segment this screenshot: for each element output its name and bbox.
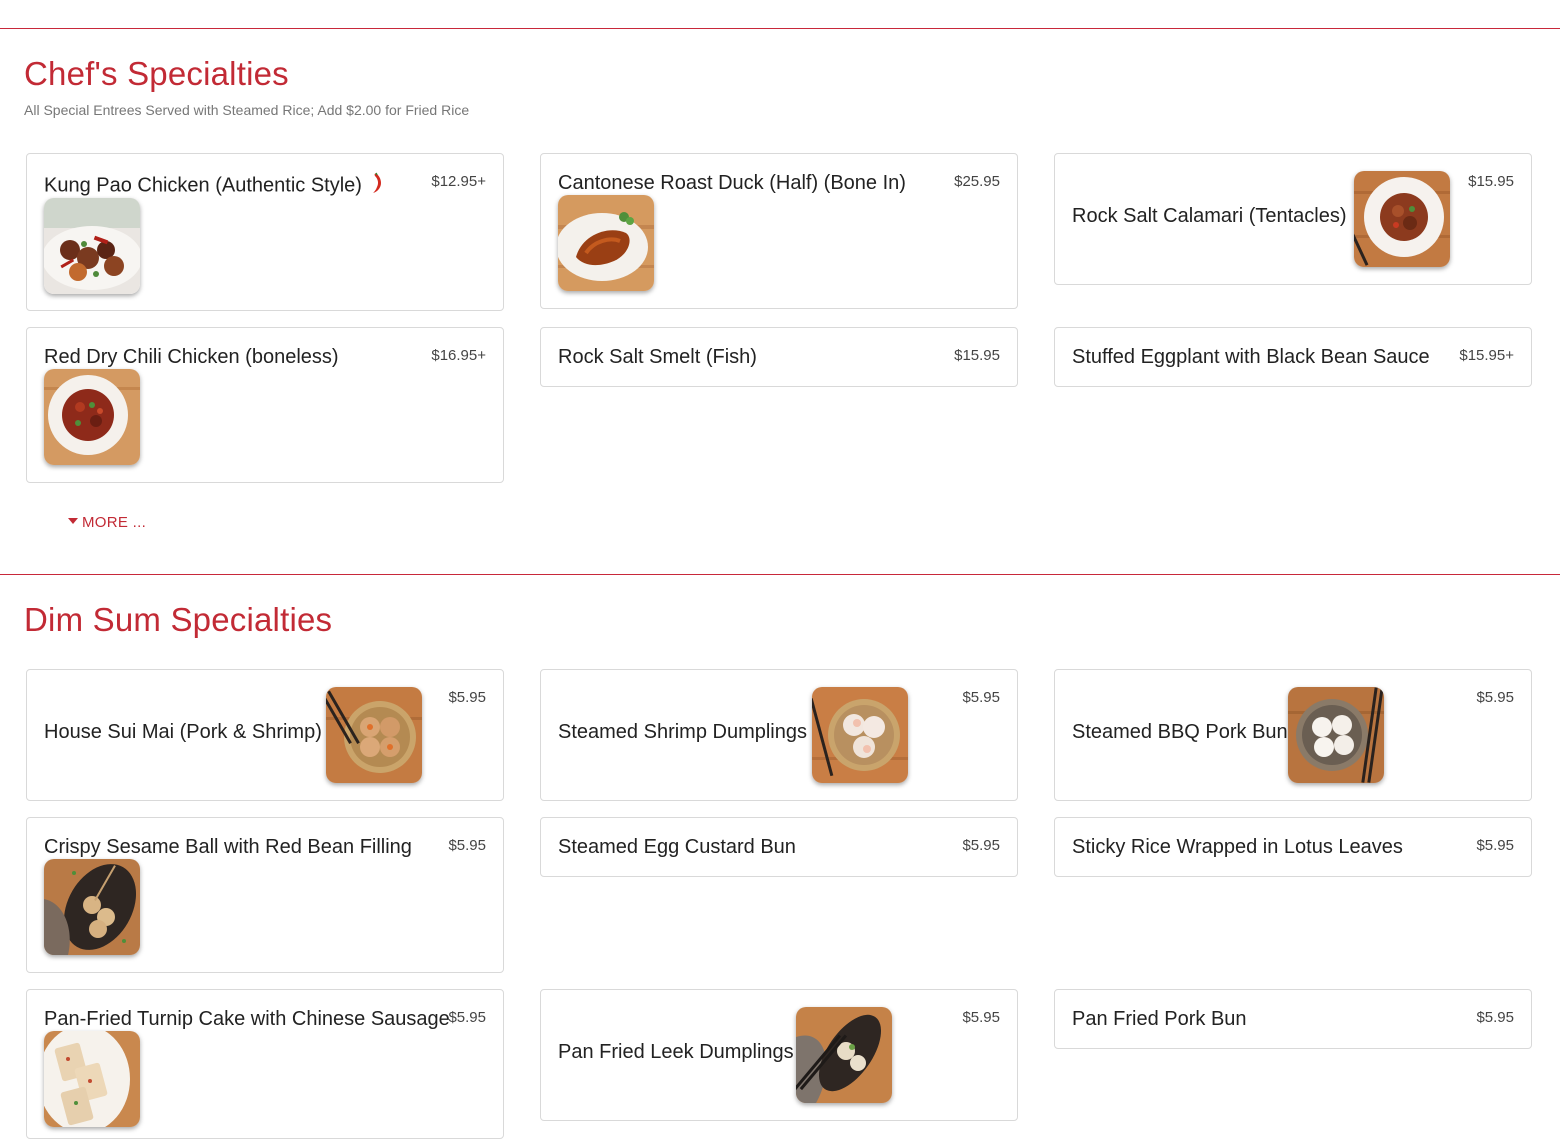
- menu-item-name: Rock Salt Calamari (Tentacles): [1072, 205, 1347, 227]
- menu-item-price: $5.95: [962, 1009, 1000, 1026]
- section-subtitle-chefs: All Special Entrees Served with Steamed …: [24, 102, 470, 118]
- menu-item-card[interactable]: Steamed Egg Custard Bun $5.95: [540, 817, 1018, 877]
- section-title-chefs: Chef's Specialties: [24, 55, 289, 92]
- chili-pepper-icon: [372, 172, 382, 200]
- menu-item-card[interactable]: Rock Salt Smelt (Fish) $15.95: [540, 327, 1018, 387]
- menu-item-photo[interactable]: [1354, 171, 1450, 267]
- menu-item-name: Cantonese Roast Duck (Half) (Bone In): [558, 172, 906, 194]
- menu-item-photo[interactable]: [44, 859, 140, 955]
- menu-item-name: Steamed Egg Custard Bun: [558, 836, 796, 858]
- menu-item-name: Pan Fried Leek Dumplings: [558, 1041, 794, 1063]
- menu-item-photo[interactable]: [1288, 687, 1384, 783]
- menu-item-name: Kung Pao Chicken (Authentic Style): [44, 174, 362, 197]
- menu-item-name: House Sui Mai (Pork & Shrimp): [44, 721, 322, 743]
- menu-item-photo[interactable]: [326, 687, 422, 783]
- more-items-link[interactable]: MORE ...: [68, 514, 146, 531]
- menu-item-price: $15.95+: [1459, 347, 1514, 364]
- menu-item-photo[interactable]: [44, 369, 140, 465]
- menu-item-card[interactable]: Kung Pao Chicken (Authentic Style) $12.9…: [26, 153, 504, 311]
- menu-item-card[interactable]: Pan Fried Pork Bun $5.95: [1054, 989, 1532, 1049]
- menu-item-card[interactable]: Sticky Rice Wrapped in Lotus Leaves $5.9…: [1054, 817, 1532, 877]
- menu-item-price: $5.95: [1476, 1009, 1514, 1026]
- menu-item-card[interactable]: Steamed Shrimp Dumplings $5.95: [540, 669, 1018, 801]
- menu-item-photo[interactable]: [44, 1031, 140, 1127]
- more-items-label: MORE ...: [82, 514, 147, 531]
- menu-item-card[interactable]: Pan Fried Leek Dumplings $5.95: [540, 989, 1018, 1121]
- menu-item-card[interactable]: Steamed BBQ Pork Bun $5.95: [1054, 669, 1532, 801]
- menu-item-name: Sticky Rice Wrapped in Lotus Leaves: [1072, 836, 1403, 858]
- menu-item-name: Pan-Fried Turnip Cake with Chinese Sausa…: [44, 1008, 450, 1030]
- menu-item-name: Red Dry Chili Chicken (boneless): [44, 346, 339, 368]
- menu-item-photo[interactable]: [44, 198, 140, 294]
- menu-item-name: Steamed BBQ Pork Bun: [1072, 721, 1288, 743]
- menu-item-card[interactable]: Crispy Sesame Ball with Red Bean Filling…: [26, 817, 504, 973]
- menu-item-card[interactable]: Rock Salt Calamari (Tentacles) $15.95: [1054, 153, 1532, 285]
- menu-item-price: $5.95: [448, 837, 486, 854]
- menu-item-name: Rock Salt Smelt (Fish): [558, 346, 757, 368]
- section-divider-top: [0, 28, 1560, 29]
- menu-item-photo[interactable]: [796, 1007, 892, 1103]
- section-divider: [0, 574, 1560, 575]
- menu-item-card[interactable]: Stuffed Eggplant with Black Bean Sauce $…: [1054, 327, 1532, 387]
- menu-item-price: $5.95: [962, 837, 1000, 854]
- menu-item-name: Steamed Shrimp Dumplings: [558, 721, 807, 743]
- menu-item-price: $25.95: [954, 173, 1000, 190]
- menu-item-price: $15.95: [954, 347, 1000, 364]
- menu-item-name-row: Kung Pao Chicken (Authentic Style): [44, 172, 382, 200]
- menu-item-price: $5.95: [448, 689, 486, 706]
- menu-item-card[interactable]: Red Dry Chili Chicken (boneless) $16.95+: [26, 327, 504, 483]
- menu-item-price: $16.95+: [431, 347, 486, 364]
- menu-item-price: $5.95: [1476, 689, 1514, 706]
- menu-item-price: $15.95: [1468, 173, 1514, 190]
- menu-item-card[interactable]: Cantonese Roast Duck (Half) (Bone In) $2…: [540, 153, 1018, 309]
- menu-item-price: $5.95: [448, 1009, 486, 1026]
- menu-item-price: $5.95: [1476, 837, 1514, 854]
- menu-item-photo[interactable]: [558, 195, 654, 291]
- menu-item-name: Pan Fried Pork Bun: [1072, 1008, 1247, 1030]
- menu-item-photo[interactable]: [812, 687, 908, 783]
- menu-item-price: $12.95+: [431, 173, 486, 190]
- menu-item-card[interactable]: Pan-Fried Turnip Cake with Chinese Sausa…: [26, 989, 504, 1139]
- caret-down-icon: [68, 518, 78, 525]
- menu-item-card[interactable]: House Sui Mai (Pork & Shrimp) $5.95: [26, 669, 504, 801]
- menu-item-name: Crispy Sesame Ball with Red Bean Filling: [44, 836, 412, 858]
- menu-item-price: $5.95: [962, 689, 1000, 706]
- menu-item-name: Stuffed Eggplant with Black Bean Sauce: [1072, 346, 1430, 368]
- section-title-dimsum: Dim Sum Specialties: [24, 601, 333, 638]
